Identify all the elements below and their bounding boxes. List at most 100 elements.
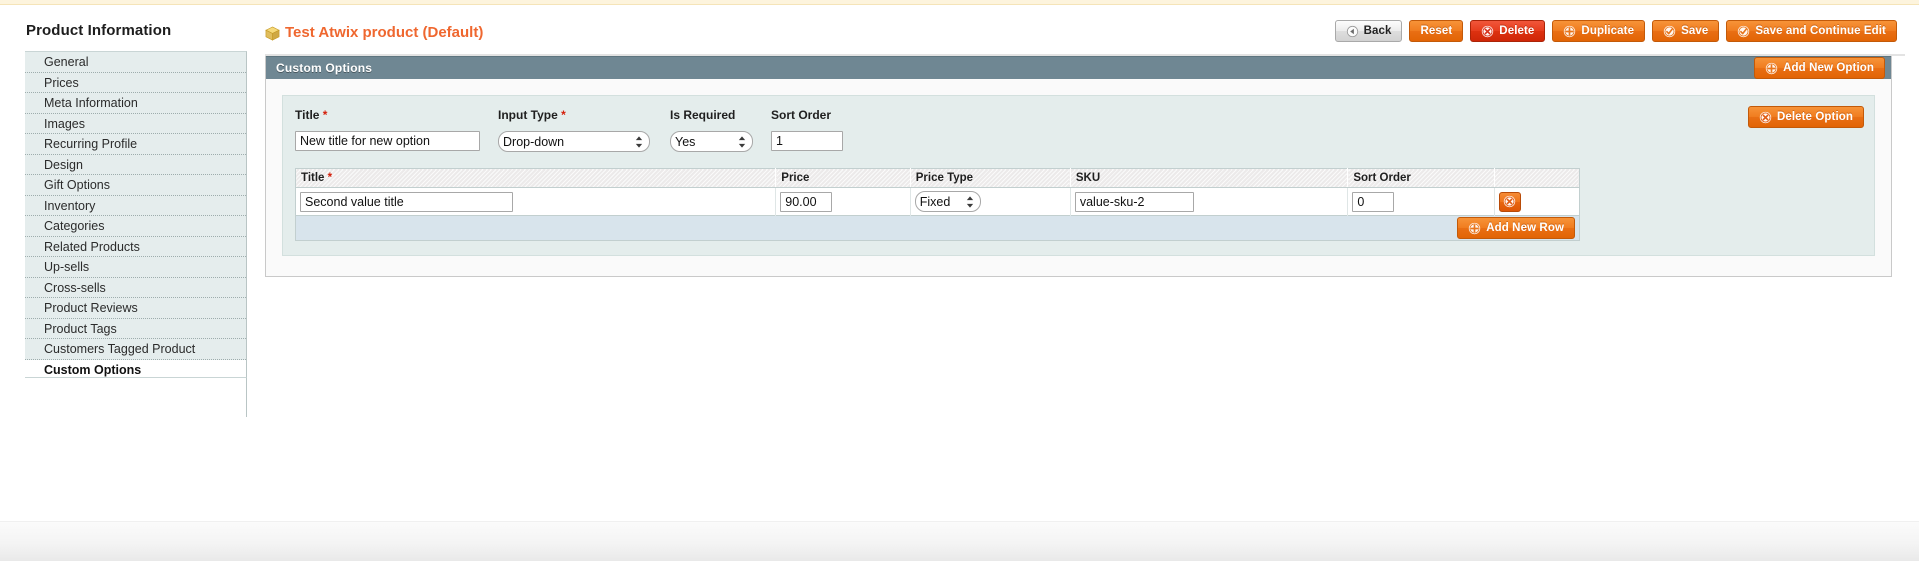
sidebar-item-general[interactable]: General <box>25 52 246 73</box>
button-label: Duplicate <box>1581 25 1635 37</box>
values-col-header-sort-order: Sort Order <box>1347 168 1495 188</box>
values-table-row: Fixed <box>295 187 1580 216</box>
input-type-select[interactable]: Drop-down <box>498 131 650 152</box>
sidebar-bottom-filler <box>25 377 247 417</box>
values-cell-price-type: Fixed <box>910 187 1071 216</box>
add-new-row-button[interactable]: Add New Row <box>1457 217 1575 239</box>
values-col-header-price-type: Price Type <box>910 168 1071 188</box>
delete-circle-icon <box>1482 25 1494 37</box>
option-field-input-type: Input Type * Drop-down <box>498 108 650 152</box>
delete-circle-icon <box>1503 195 1516 208</box>
sidebar-item-label: Design <box>44 157 83 172</box>
value-title-input[interactable] <box>300 191 513 212</box>
sidebar-item-label: Custom Options <box>44 362 142 377</box>
field-label: Title * <box>295 108 480 122</box>
values-cell-sku <box>1070 187 1349 216</box>
button-label: Delete <box>1499 25 1535 37</box>
select-wrapper: Drop-down <box>498 131 650 152</box>
header-action-buttons: Back Reset Delete Duplicate Save Save and Con… <box>1334 20 1897 42</box>
field-label-text: Title <box>295 108 320 122</box>
values-table-body: Fixed <box>295 187 1580 216</box>
sidebar-title: Product Information <box>26 22 172 39</box>
sidebar-item-images[interactable]: Images <box>25 113 246 134</box>
sidebar-item-inventory[interactable]: Inventory <box>25 195 246 216</box>
value-sort-order-input[interactable] <box>1352 191 1395 212</box>
top-accent-stripe <box>0 0 1919 5</box>
sidebar-item-meta-information[interactable]: Meta Information <box>25 93 246 114</box>
sidebar-item-label: Product Reviews <box>44 301 138 315</box>
button-label: Back <box>1363 25 1392 37</box>
column-header-label: Title <box>301 172 325 184</box>
delete-option-button[interactable]: Delete Option <box>1747 106 1864 128</box>
reset-button[interactable]: Reset <box>1409 20 1464 42</box>
admin-page: Product Information General Prices Meta In… <box>0 6 1919 521</box>
column-header-label: Sort Order <box>1353 172 1411 184</box>
page-title-text: Test Atwix product (Default) <box>285 24 484 41</box>
product-box-icon <box>265 26 280 41</box>
sidebar-item-prices[interactable]: Prices <box>25 72 246 93</box>
product-information-sidebar: Product Information General Prices Meta In… <box>0 6 247 506</box>
option-field-title: Title * <box>295 108 480 151</box>
title-input[interactable] <box>295 131 480 151</box>
button-label: Save <box>1681 25 1709 37</box>
add-new-option-button[interactable]: Add New Option <box>1754 57 1885 79</box>
sidebar-item-recurring-profile[interactable]: Recurring Profile <box>25 134 246 155</box>
check-circle-icon <box>1738 25 1750 37</box>
save-and-continue-edit-button[interactable]: Save and Continue Edit <box>1726 20 1897 42</box>
sidebar-item-product-reviews[interactable]: Product Reviews <box>25 298 246 319</box>
field-label: Input Type * <box>498 108 650 122</box>
duplicate-button[interactable]: Duplicate <box>1552 20 1646 42</box>
values-col-header-actions <box>1494 168 1580 188</box>
add-new-option-label: Add New Option <box>1783 62 1874 74</box>
values-cell-sort-order <box>1347 187 1495 216</box>
delete-row-button[interactable] <box>1498 191 1521 212</box>
is-required-select[interactable]: Yes <box>670 131 753 152</box>
sidebar-item-product-tags[interactable]: Product Tags <box>25 318 246 339</box>
option-field-is-required: Is Required Yes <box>670 108 753 152</box>
sidebar-item-label: Prices <box>44 75 79 90</box>
sidebar-item-up-sells[interactable]: Up-sells <box>25 257 246 278</box>
back-button[interactable]: Back <box>1334 20 1403 42</box>
sidebar-item-label: Recurring Profile <box>44 137 138 151</box>
required-asterisk: * <box>319 108 328 122</box>
field-label-text: Input Type <box>498 108 558 122</box>
page-footer <box>0 521 1919 561</box>
sidebar-item-design[interactable]: Design <box>25 154 246 175</box>
values-col-header-sku: SKU <box>1070 168 1349 188</box>
sidebar-item-label: Inventory <box>44 198 96 213</box>
field-label-text: Sort Order <box>771 108 832 122</box>
sidebar-item-label: Product Tags <box>44 321 117 336</box>
sidebar-item-customers-tagged-product[interactable]: Customers Tagged Product <box>25 339 246 360</box>
sidebar-item-gift-options[interactable]: Gift Options <box>25 175 246 196</box>
sidebar-item-label: Categories <box>44 219 105 233</box>
values-col-header-title: Title * <box>295 168 777 188</box>
sidebar-item-related-products[interactable]: Related Products <box>25 236 246 257</box>
column-header-label: SKU <box>1075 172 1101 184</box>
sort-order-input[interactable] <box>771 131 843 151</box>
sidebar-item-label: Cross-sells <box>44 280 106 295</box>
field-label: Is Required <box>670 108 753 122</box>
field-label: Sort Order <box>771 108 843 122</box>
save-button[interactable]: Save <box>1652 20 1720 42</box>
values-table-header-row: Title * Price Price Type SKU Sort Order <box>295 168 1580 188</box>
sidebar-item-label: Customers Tagged Product <box>44 342 196 356</box>
value-price-input[interactable] <box>780 191 833 212</box>
column-header-label: Price <box>781 172 810 184</box>
content-header: Test Atwix product (Default) Back Reset De… <box>265 20 1905 56</box>
value-price-type-select[interactable]: Fixed <box>914 191 981 212</box>
field-label-text: Is Required <box>670 108 736 122</box>
panel-body: Delete Option Title * Input Type * Drop-do… <box>266 79 1891 276</box>
option-field-sort-order: Sort Order <box>771 108 843 151</box>
select-wrapper: Fixed <box>914 191 981 212</box>
sidebar-item-label: Meta Information <box>44 96 138 110</box>
sidebar-item-categories[interactable]: Categories <box>25 216 246 237</box>
delete-button[interactable]: Delete <box>1470 20 1546 42</box>
sidebar-item-cross-sells[interactable]: Cross-sells <box>25 277 246 298</box>
values-cell-price <box>775 187 911 216</box>
sidebar-item-label: Images <box>44 116 85 131</box>
value-sku-input[interactable] <box>1074 191 1194 212</box>
button-label: Reset <box>1420 25 1453 37</box>
plus-circle-icon <box>1765 62 1778 74</box>
values-col-header-price: Price <box>775 168 911 188</box>
sidebar-item-label: Gift Options <box>44 178 110 192</box>
